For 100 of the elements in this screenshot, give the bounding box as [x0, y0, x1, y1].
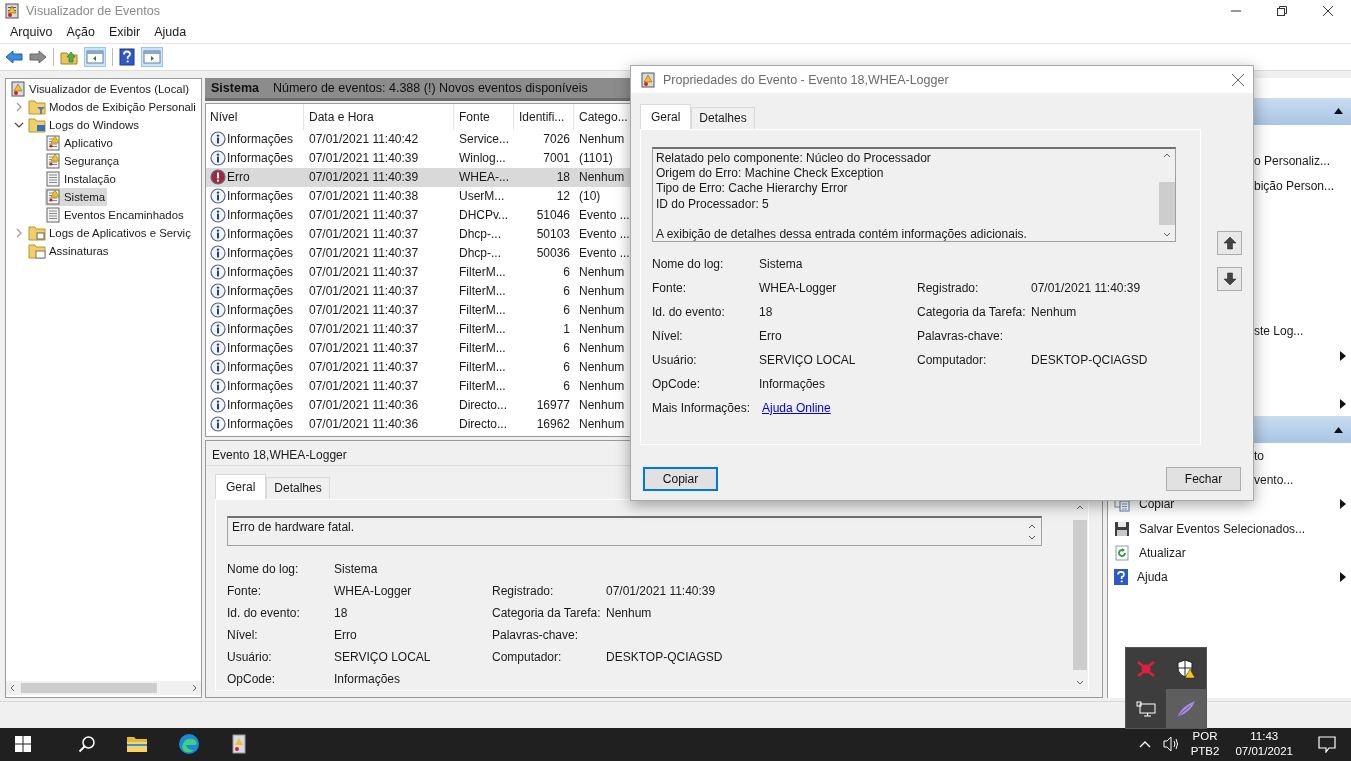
- table-cell-text: WHEA-...: [458, 170, 510, 185]
- field-label: Usuário:: [227, 649, 272, 664]
- table-cell-text: 6: [562, 360, 571, 375]
- field-label: Nível:: [227, 627, 258, 642]
- time-text: 11:43: [1250, 729, 1279, 745]
- table-cell-text: 50103: [535, 227, 571, 242]
- field-label: Fonte:: [652, 281, 687, 295]
- table-cell-text: 07/01/2021 11:40:37: [308, 227, 420, 242]
- field-label: Computador:: [917, 353, 987, 367]
- field-value: Informações: [759, 377, 826, 391]
- table-cell-text: 07/01/2021 11:40:36: [308, 398, 420, 413]
- table-cell-text: 07/01/2021 11:40:36: [308, 417, 420, 432]
- date-text: 07/01/2021: [1235, 744, 1293, 760]
- field-label: Registrado:: [492, 583, 554, 598]
- table-cell-text: FilterM...: [458, 322, 507, 337]
- table-cell-text: Evento ...: [578, 208, 631, 223]
- field-label: Categoria da Tarefa:: [917, 305, 1026, 319]
- table-cell-text: FilterM...: [458, 284, 507, 299]
- field-label: Fonte:: [227, 583, 262, 598]
- table-cell-text: DHCPv...: [458, 208, 510, 223]
- table-cell-text: FilterM...: [458, 303, 507, 318]
- dialog-title: Propriedades do Evento - Evento 18,WHEA-Logger: [663, 72, 949, 87]
- table-cell-text: Nenhum: [578, 360, 626, 375]
- field-value: WHEA-Logger: [334, 583, 412, 598]
- field-label: OpCode:: [652, 377, 701, 391]
- field-value: Sistema: [759, 257, 803, 271]
- table-cell-text: 6: [562, 265, 571, 280]
- table-cell-text: Nenhum: [578, 322, 626, 337]
- log-title: Sistema: [211, 80, 259, 95]
- field-value: 18: [334, 605, 348, 620]
- table-cell: Informações: [227, 322, 294, 337]
- table-cell-text: 6: [562, 341, 571, 356]
- table-cell-text: Nenhum: [578, 341, 626, 356]
- table-cell: Informações: [227, 379, 294, 394]
- table-cell: Informações: [227, 341, 294, 356]
- field-label: Id. do evento:: [652, 305, 725, 319]
- field-value: SERVIÇO LOCAL: [759, 353, 856, 367]
- table-cell-text: 07/01/2021 11:40:39: [308, 170, 420, 185]
- table-cell: Informações: [227, 208, 294, 223]
- field-value: DESKTOP-QCIAGSD: [1031, 353, 1148, 367]
- table-cell-text: Nenhum: [578, 417, 626, 432]
- table-cell-text: Dhcp-...: [458, 227, 502, 242]
- table-cell-text: 07/01/2021 11:40:37: [308, 303, 420, 318]
- table-cell-text: Nenhum: [578, 398, 626, 413]
- table-cell-text: Nenhum: [578, 265, 626, 280]
- table-cell-text: 07/01/2021 11:40:37: [308, 379, 420, 394]
- table-cell-text: FilterM...: [458, 379, 507, 394]
- table-cell-text: 1: [562, 322, 571, 337]
- field-value: Nenhum: [606, 605, 652, 620]
- table-cell-text: 07/01/2021 11:40:39: [308, 151, 420, 166]
- table-cell: Informações: [227, 132, 294, 147]
- table-cell-text: 07/01/2021 11:40:37: [308, 341, 420, 356]
- field-label: Registrado:: [917, 281, 979, 295]
- field-label: Categoria da Tarefa:: [492, 605, 601, 620]
- table-cell: Informações: [227, 360, 294, 375]
- table-cell-text: 6: [562, 303, 571, 318]
- table-cell-text: 12: [555, 189, 571, 204]
- table-cell-text: Evento ...: [578, 227, 631, 242]
- table-cell-text: FilterM...: [458, 360, 507, 375]
- field-value: Erro: [334, 627, 357, 642]
- table-cell-text: Nenhum: [578, 303, 626, 318]
- field-label: Palavras-chave:: [917, 329, 1004, 343]
- table-cell-text: Directo...: [458, 417, 508, 432]
- table-cell-text: (10): [578, 189, 602, 204]
- table-cell-text: 7026: [542, 132, 571, 147]
- table-cell-text: Winlog...: [458, 151, 507, 166]
- table-cell-text: Nenhum: [578, 379, 626, 394]
- table-cell-text: Dhcp-...: [458, 246, 502, 261]
- table-cell-text: 07/01/2021 11:40:37: [308, 322, 420, 337]
- field-value: SERVIÇO LOCAL: [334, 649, 431, 664]
- field-label: Computador:: [492, 649, 562, 664]
- field-label: Palavras-chave:: [492, 627, 579, 642]
- table-cell-text: Nenhum: [578, 132, 626, 147]
- table-cell-text: 07/01/2021 11:40:37: [308, 360, 420, 375]
- table-cell: Informações: [227, 189, 294, 204]
- event-count-text: Número de eventos: 4.388 (!) Novos eventos disponíveis: [272, 80, 588, 95]
- table-cell-text: 07/01/2021 11:40:38: [308, 189, 420, 204]
- table-cell: Informações: [227, 284, 294, 299]
- description-text: Erro de hardware fatal.: [232, 519, 356, 536]
- field-value: Nenhum: [1031, 305, 1077, 319]
- table-cell-text: 6: [562, 379, 571, 394]
- field-value: Informações: [334, 671, 401, 686]
- table-cell-text: (1101): [578, 151, 614, 166]
- window-title: Visualizador de Eventos: [26, 3, 160, 18]
- table-cell-text: 07/01/2021 11:40:37: [308, 246, 420, 261]
- table-cell: Informações: [227, 227, 294, 242]
- table-cell: Erro: [227, 170, 250, 185]
- table-cell-text: 18: [555, 170, 571, 185]
- field-value: 07/01/2021 11:40:39: [1031, 281, 1141, 295]
- keyboard-layout-text: PTB2: [1190, 744, 1220, 760]
- field-value: DESKTOP-QCIAGSD: [606, 649, 723, 664]
- field-value: Sistema: [334, 561, 378, 576]
- table-cell-text: 50036: [535, 246, 571, 261]
- table-cell: Informações: [227, 265, 294, 280]
- table-cell-text: 16977: [535, 398, 571, 413]
- table-cell-text: Nenhum: [578, 170, 626, 185]
- table-cell: Informações: [227, 303, 294, 318]
- field-value: 07/01/2021 11:40:39: [606, 583, 716, 598]
- table-cell-text: Evento ...: [578, 246, 631, 261]
- field-label: Id. do evento:: [227, 605, 300, 620]
